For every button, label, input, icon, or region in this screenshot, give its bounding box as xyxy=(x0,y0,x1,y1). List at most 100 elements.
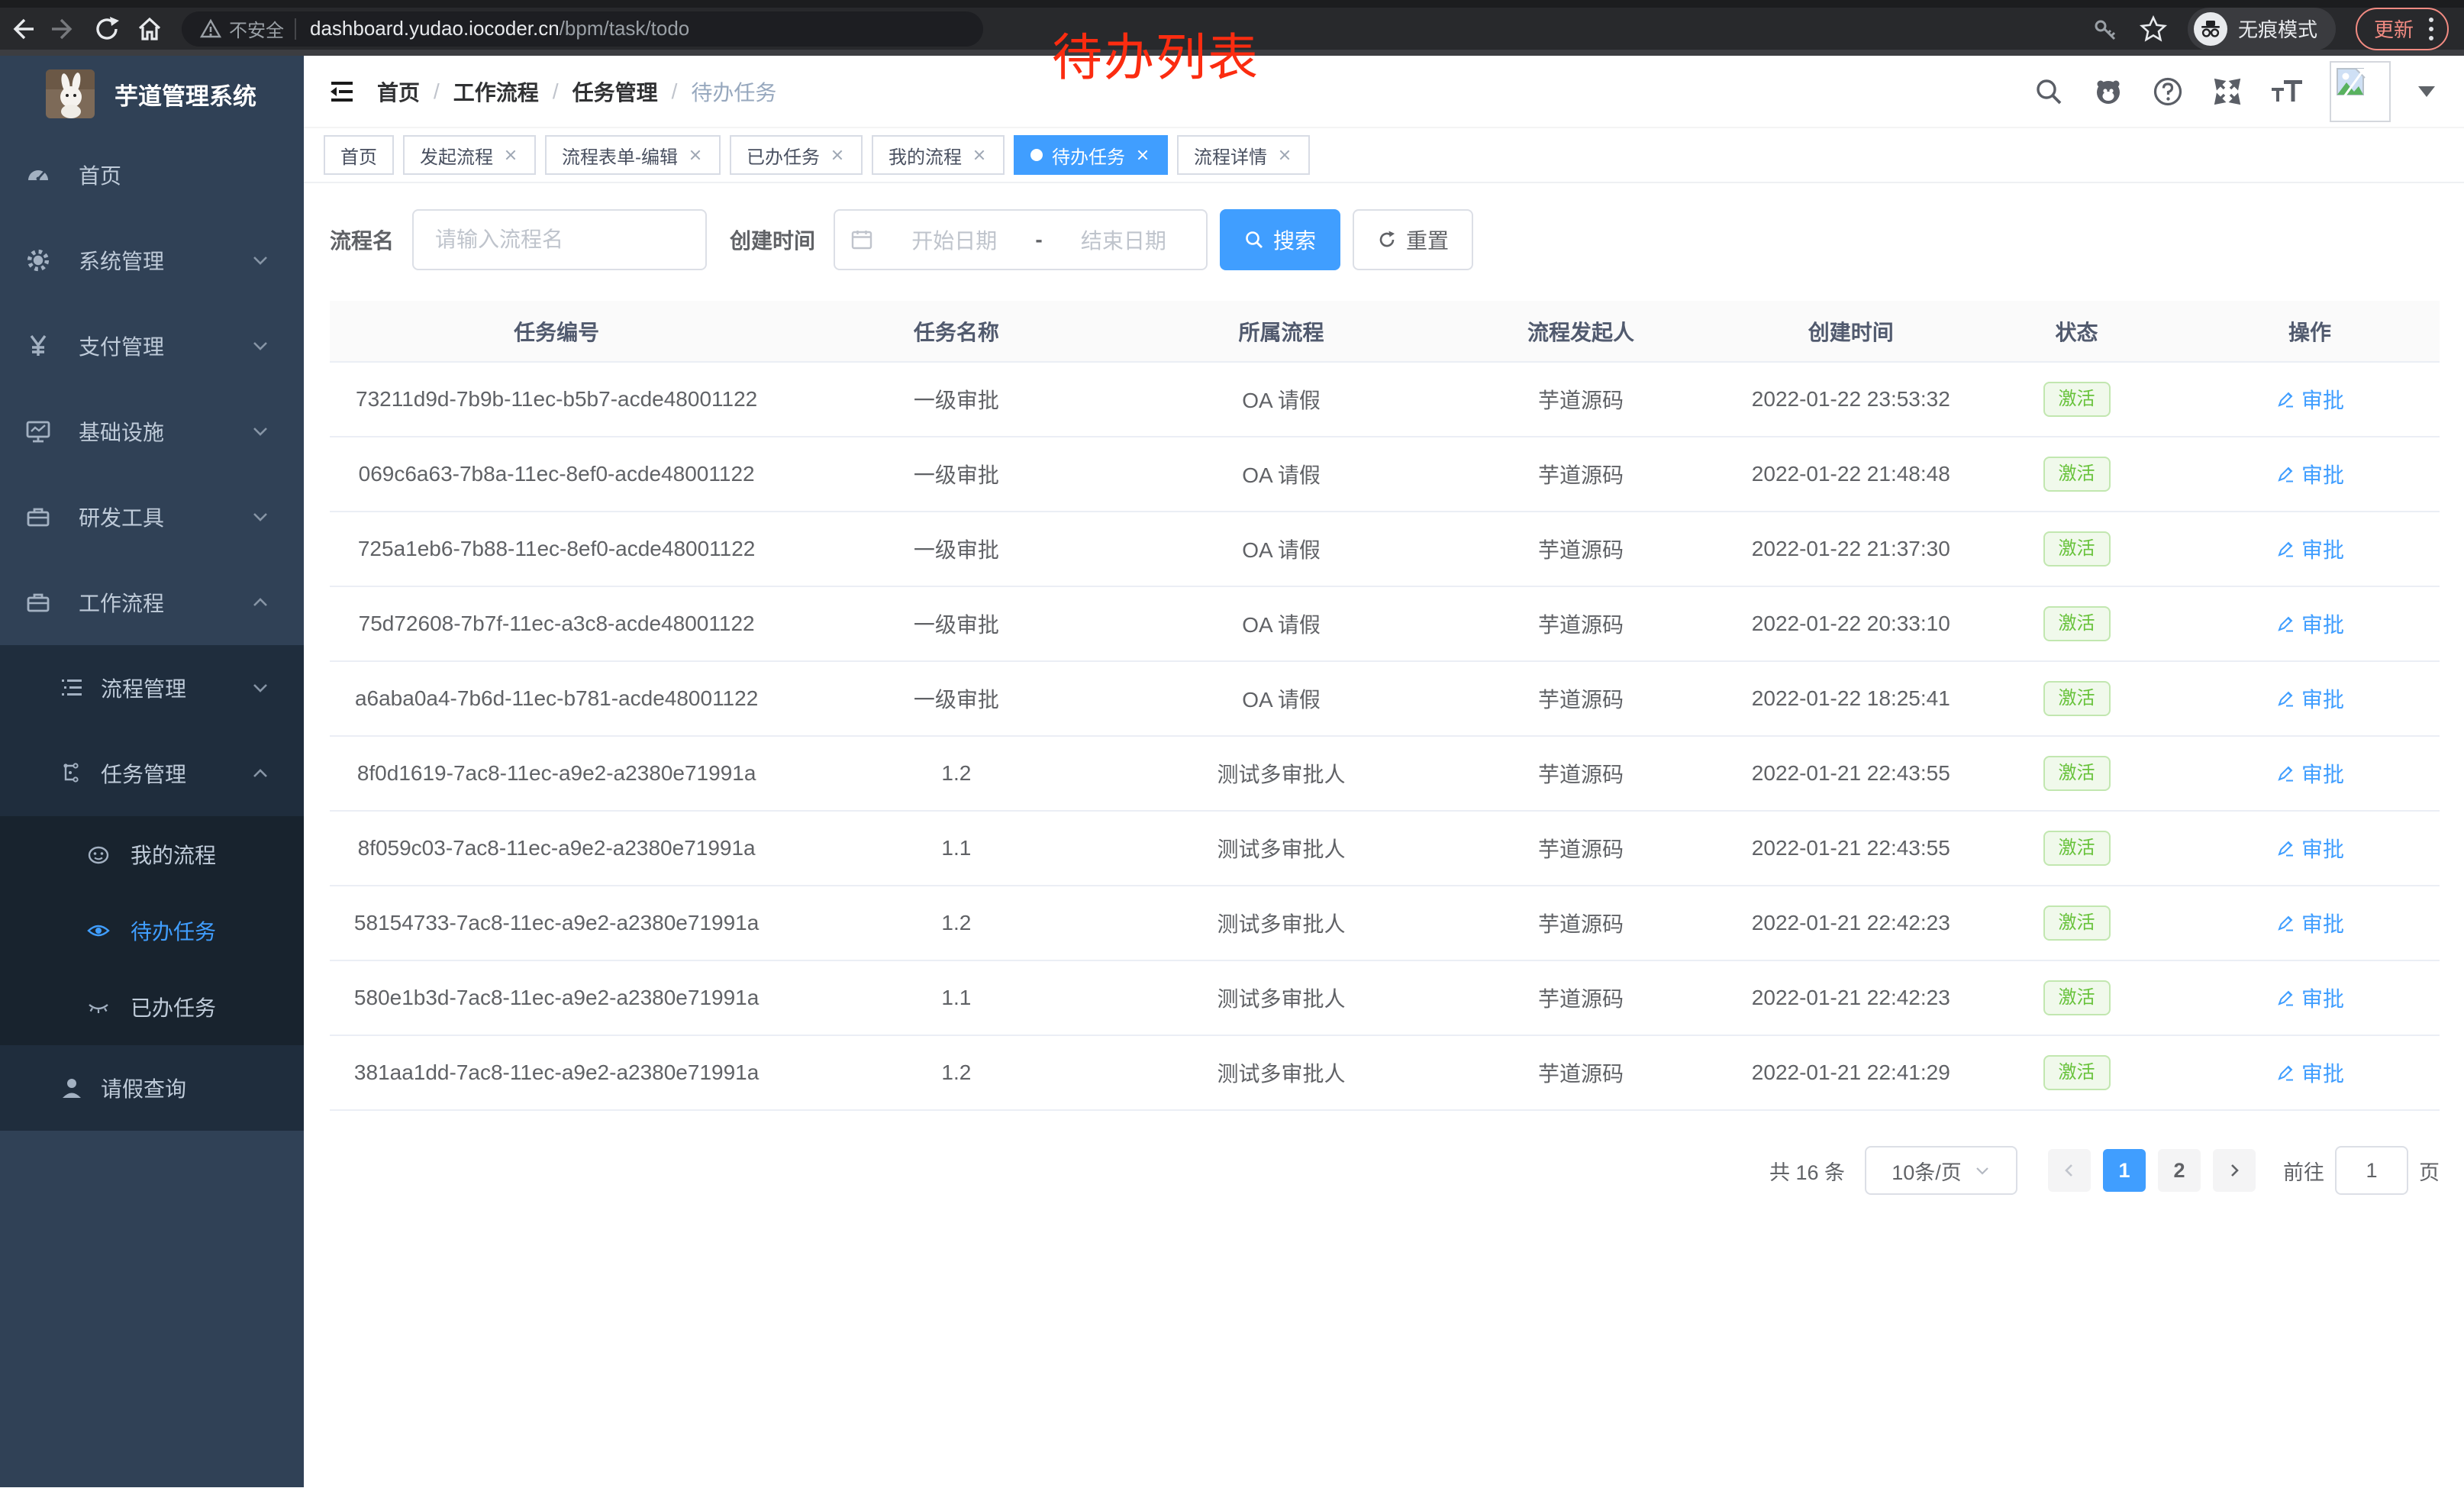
breadcrumb-home[interactable]: 首页 xyxy=(377,76,420,107)
search-button[interactable]: 搜索 xyxy=(1220,209,1340,270)
browser-reload-button[interactable] xyxy=(85,8,128,50)
sidebar-item-label: 我的流程 xyxy=(131,839,216,870)
sidebar-item-task-management[interactable]: 任务管理 xyxy=(0,731,304,816)
tab-process-form-edit[interactable]: 流程表单-编辑 xyxy=(545,135,721,175)
close-icon[interactable] xyxy=(502,147,519,163)
prev-page-button[interactable] xyxy=(2048,1149,2091,1192)
cell-task-id: 58154733-7ac8-11ec-a9e2-a2380e71991a xyxy=(330,886,783,960)
cell-created: 2022-01-22 20:33:10 xyxy=(1729,586,1974,661)
approve-label: 审批 xyxy=(2301,384,2344,415)
url-bar[interactable]: 不安全 dashboard.yudao.iocoder.cn /bpm/task… xyxy=(182,11,983,47)
chevron-right-icon xyxy=(2226,1162,2243,1179)
approve-button[interactable]: 审批 xyxy=(2275,608,2344,639)
password-key-icon[interactable] xyxy=(2091,15,2119,43)
browser-update-button[interactable]: 更新 xyxy=(2356,8,2449,50)
approve-label: 审批 xyxy=(2301,683,2344,714)
tab-process-detail[interactable]: 流程详情 xyxy=(1177,135,1310,175)
tab-start-process[interactable]: 发起流程 xyxy=(403,135,536,175)
tab-home[interactable]: 首页 xyxy=(324,135,394,175)
sidebar-item-todo-tasks[interactable]: 待办任务 xyxy=(0,893,304,969)
list-tree-icon xyxy=(60,676,84,700)
close-icon[interactable] xyxy=(829,147,846,163)
approve-button[interactable]: 审批 xyxy=(2275,758,2344,789)
browser-forward-button[interactable] xyxy=(43,8,85,50)
table-row: 73211d9d-7b9b-11ec-b5b7-acde48001122 一级审… xyxy=(330,362,2440,437)
sidebar-item-workflow[interactable]: 工作流程 xyxy=(0,560,304,645)
tab-my-processes[interactable]: 我的流程 xyxy=(872,135,1005,175)
sidebar-item-infrastructure[interactable]: 基础设施 xyxy=(0,389,304,474)
sidebar-item-leave-query[interactable]: 请假查询 xyxy=(0,1045,304,1131)
search-icon xyxy=(2033,76,2064,107)
approve-button[interactable]: 审批 xyxy=(2275,833,2344,863)
approve-button[interactable]: 审批 xyxy=(2275,908,2344,938)
help-doc-button[interactable] xyxy=(2151,75,2185,108)
cell-starter: 芋道源码 xyxy=(1434,362,1729,437)
browser-back-button[interactable] xyxy=(0,8,43,50)
sidebar-item-process-management[interactable]: 流程管理 xyxy=(0,645,304,731)
cell-task-id: a6aba0a4-7b6d-11ec-b781-acde48001122 xyxy=(330,661,783,736)
approve-label: 审批 xyxy=(2301,908,2344,938)
github-link[interactable] xyxy=(2091,75,2125,108)
avatar[interactable] xyxy=(2330,61,2391,122)
edit-pencil-icon xyxy=(2275,838,2295,858)
close-icon[interactable] xyxy=(687,147,704,163)
table-row: a6aba0a4-7b6d-11ec-b781-acde48001122 一级审… xyxy=(330,661,2440,736)
top-navbar: 首页 / 工作流程 / 任务管理 / 待办任务 xyxy=(304,56,2464,128)
page-size-select[interactable]: 10条/页 xyxy=(1865,1146,2017,1195)
chevron-down-icon xyxy=(250,250,270,270)
process-name-input[interactable] xyxy=(412,209,707,270)
app-logo-row[interactable]: 芋道管理系统 xyxy=(0,56,304,132)
approve-button[interactable]: 审批 xyxy=(2275,534,2344,564)
close-icon[interactable] xyxy=(1134,147,1151,163)
fullscreen-button[interactable] xyxy=(2211,75,2244,108)
sidebar-item-system[interactable]: 系统管理 xyxy=(0,218,304,303)
cell-starter: 芋道源码 xyxy=(1434,811,1729,886)
close-icon[interactable] xyxy=(971,147,988,163)
workflow-submenu: 流程管理 任务管理 我的流程 待办任务 xyxy=(0,645,304,1131)
header-search-button[interactable] xyxy=(2032,75,2066,108)
sidebar-item-done-tasks[interactable]: 已办任务 xyxy=(0,969,304,1045)
user-menu-caret-icon[interactable] xyxy=(2418,86,2435,97)
cell-task-id: 725a1eb6-7b88-11ec-8ef0-acde48001122 xyxy=(330,512,783,586)
tab-done-tasks[interactable]: 已办任务 xyxy=(730,135,863,175)
sidebar-item-payment[interactable]: 支付管理 xyxy=(0,303,304,389)
browser-home-button[interactable] xyxy=(128,8,171,50)
bookmark-star-icon[interactable] xyxy=(2139,15,2168,44)
breadcrumb-workflow[interactable]: 工作流程 xyxy=(453,76,539,107)
browser-menu-icon[interactable] xyxy=(2429,18,2433,40)
cell-task-name: 一级审批 xyxy=(783,362,1129,437)
breadcrumb-task-management[interactable]: 任务管理 xyxy=(572,76,658,107)
goto-page-input[interactable] xyxy=(2335,1146,2408,1195)
sidebar-item-label: 系统管理 xyxy=(79,245,164,276)
approve-button[interactable]: 审批 xyxy=(2275,983,2344,1013)
status-badge: 激活 xyxy=(2043,980,2111,1016)
create-time-label: 创建时间 xyxy=(730,224,815,255)
end-date-placeholder[interactable]: 结束日期 xyxy=(1056,224,1191,255)
search-icon xyxy=(1244,230,1264,250)
page-button-2[interactable]: 2 xyxy=(2158,1149,2201,1192)
page-button-1[interactable]: 1 xyxy=(2103,1149,2146,1192)
close-icon[interactable] xyxy=(1276,147,1293,163)
sidebar-item-label: 支付管理 xyxy=(79,331,164,361)
cell-task-name: 1.1 xyxy=(783,811,1129,886)
sidebar-item-dev-tools[interactable]: 研发工具 xyxy=(0,474,304,560)
approve-button[interactable]: 审批 xyxy=(2275,459,2344,489)
approve-button[interactable]: 审批 xyxy=(2275,1057,2344,1088)
column-starter: 流程发起人 xyxy=(1434,301,1729,362)
start-date-placeholder[interactable]: 开始日期 xyxy=(887,224,1021,255)
sidebar-item-home[interactable]: 首页 xyxy=(0,132,304,218)
date-range-picker[interactable]: 开始日期 - 结束日期 xyxy=(834,209,1208,270)
next-page-button[interactable] xyxy=(2213,1149,2256,1192)
sidebar-collapse-button[interactable] xyxy=(319,69,365,115)
approve-button[interactable]: 审批 xyxy=(2275,384,2344,415)
cell-created: 2022-01-22 18:25:41 xyxy=(1729,661,1974,736)
task-management-submenu: 我的流程 待办任务 已办任务 xyxy=(0,816,304,1045)
tab-todo-tasks[interactable]: 待办任务 xyxy=(1014,135,1168,175)
app-logo xyxy=(46,69,95,118)
face-icon xyxy=(86,842,111,867)
cell-task-name: 一级审批 xyxy=(783,512,1129,586)
sidebar-item-my-processes[interactable]: 我的流程 xyxy=(0,816,304,893)
reset-button[interactable]: 重置 xyxy=(1353,209,1473,270)
approve-button[interactable]: 审批 xyxy=(2275,683,2344,714)
font-size-button[interactable] xyxy=(2270,75,2304,108)
